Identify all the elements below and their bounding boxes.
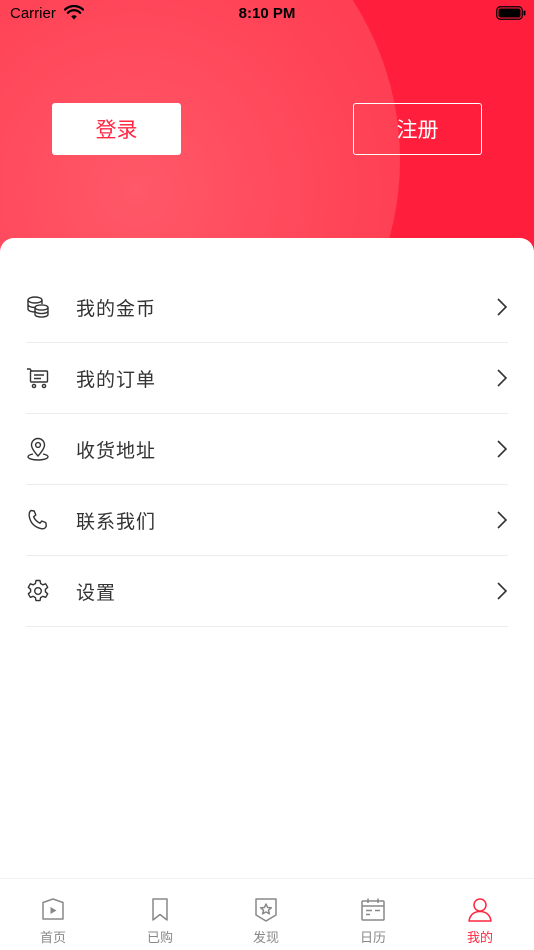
login-button[interactable]: 登录 xyxy=(52,103,181,155)
menu-item-label: 我的订单 xyxy=(76,368,157,391)
register-button[interactable]: 注册 xyxy=(353,103,482,155)
chevron-right-icon xyxy=(497,582,508,600)
menu-item-settings[interactable]: 设置 xyxy=(26,556,508,627)
bookmark-icon xyxy=(152,898,168,921)
menu-item-label: 设置 xyxy=(76,581,117,604)
tab-bar: 首页 已购 发现 日历 我的 xyxy=(0,878,534,950)
tab-calendar[interactable]: 日历 xyxy=(320,879,426,950)
tab-label: 我的 xyxy=(466,931,493,946)
tab-label: 已购 xyxy=(146,931,173,946)
menu-item-coins[interactable]: 我的金币 xyxy=(26,272,508,343)
play-icon xyxy=(42,898,64,920)
tab-label: 首页 xyxy=(39,931,66,946)
menu-item-address[interactable]: 收货地址 xyxy=(26,414,508,485)
tab-home[interactable]: 首页 xyxy=(0,879,106,950)
coins-icon xyxy=(27,296,49,318)
phone-icon xyxy=(28,509,47,530)
location-pin-icon xyxy=(27,437,49,461)
tab-purchased[interactable]: 已购 xyxy=(107,879,213,950)
battery-icon xyxy=(496,6,526,20)
tab-mine[interactable]: 我的 xyxy=(427,879,533,950)
chevron-right-icon xyxy=(497,511,508,529)
tab-discover[interactable]: 发现 xyxy=(213,879,319,950)
menu-panel: 我的金币 我的订单 收货地址 联系我们 设置 xyxy=(0,238,534,950)
menu-item-label: 联系我们 xyxy=(76,510,157,533)
calendar-icon xyxy=(361,898,385,921)
tab-label: 发现 xyxy=(252,931,279,946)
chevron-right-icon xyxy=(497,440,508,458)
menu-list: 我的金币 我的订单 收货地址 联系我们 设置 xyxy=(26,272,508,627)
menu-item-label: 我的金币 xyxy=(76,297,157,320)
cart-icon xyxy=(27,368,49,389)
star-badge-icon xyxy=(255,898,277,922)
menu-item-orders[interactable]: 我的订单 xyxy=(26,343,508,414)
chevron-right-icon xyxy=(497,298,508,316)
tab-label: 日历 xyxy=(359,931,386,946)
user-icon xyxy=(468,898,492,922)
chevron-right-icon xyxy=(497,369,508,387)
status-bar: Carrier 8:10 PM xyxy=(0,0,534,30)
menu-item-label: 收货地址 xyxy=(76,439,157,462)
status-time: 8:10 PM xyxy=(238,5,296,22)
menu-item-contact[interactable]: 联系我们 xyxy=(26,485,508,556)
gear-icon xyxy=(27,579,49,602)
